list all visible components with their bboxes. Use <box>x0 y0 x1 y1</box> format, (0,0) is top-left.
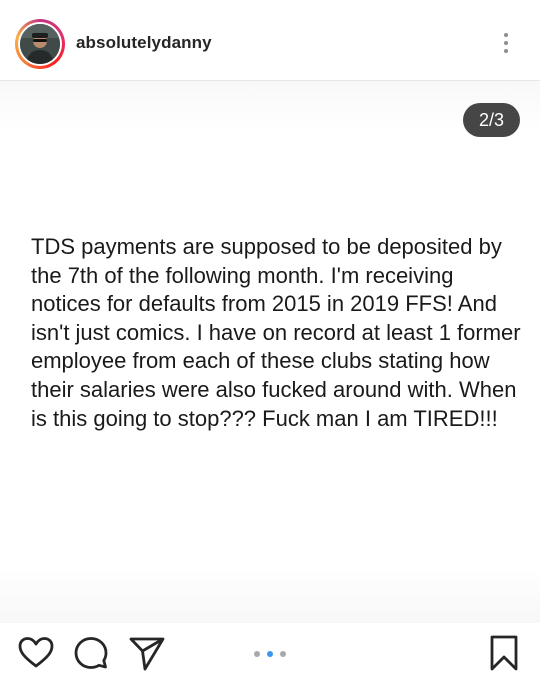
avatar-silhouette <box>20 24 60 64</box>
heart-outline-icon[interactable] <box>16 633 56 673</box>
bookmark-outline-icon[interactable] <box>484 633 524 673</box>
username[interactable]: absolutelydanny <box>76 33 212 53</box>
vertical-ellipsis-icon[interactable] <box>496 28 516 58</box>
comment-bubble-icon[interactable] <box>71 633 111 673</box>
action-bar <box>0 623 540 686</box>
avatar[interactable] <box>15 19 65 69</box>
carousel-dots <box>254 649 288 659</box>
carousel-dot <box>254 651 260 657</box>
post-header: absolutelydanny <box>0 0 540 81</box>
post-text: TDS payments are supposed to be deposite… <box>31 234 521 431</box>
carousel-counter: 2/3 <box>463 103 520 137</box>
avatar-frame <box>18 22 62 66</box>
avatar-photo <box>20 24 60 64</box>
carousel-dot-active <box>267 651 273 657</box>
carousel-dot <box>280 651 286 657</box>
paper-plane-icon[interactable] <box>127 633 167 673</box>
